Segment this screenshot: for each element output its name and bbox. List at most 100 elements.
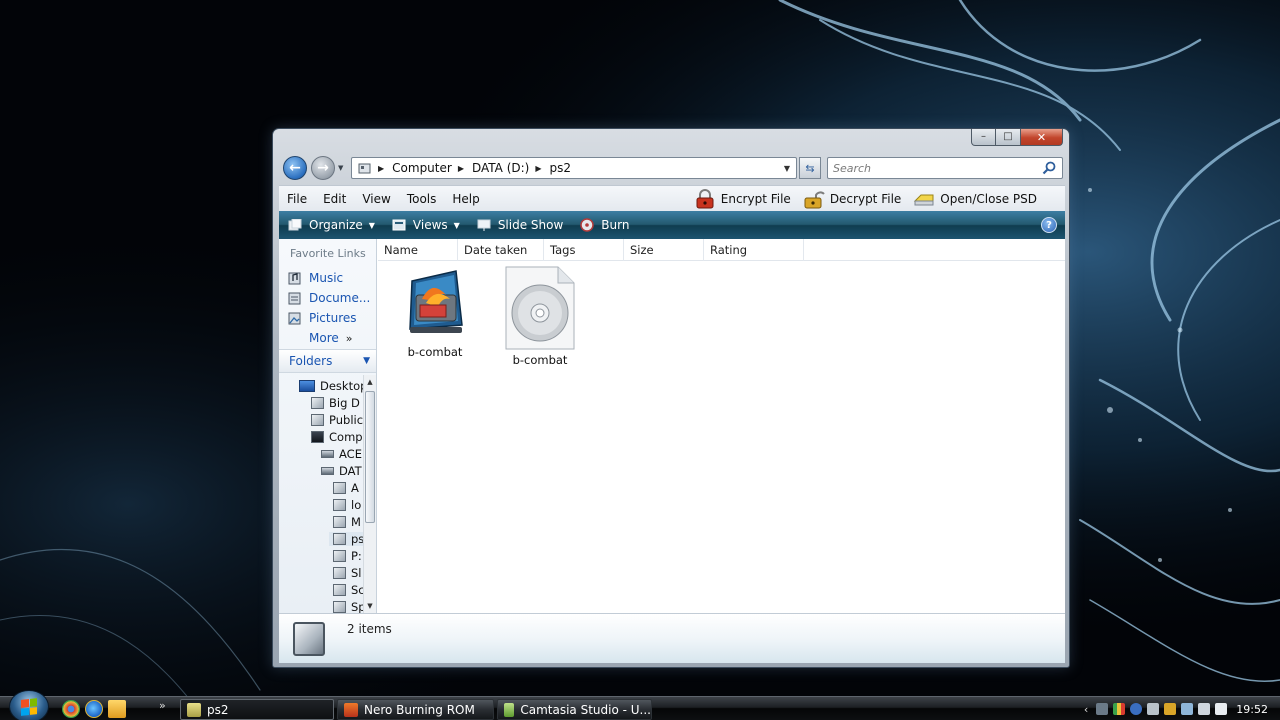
favorite-links-more[interactable]: More » <box>309 331 352 345</box>
explorer-window: – □ ✕ ← → ▼ ▶ Computer ▶ DATA (D:) ▶ ps2… <box>272 128 1070 668</box>
quick-launch <box>62 700 131 718</box>
tree-item-computer[interactable]: Comp <box>311 430 363 444</box>
disc-drive-icon <box>914 194 934 205</box>
scrollbar-thumb[interactable] <box>365 391 375 523</box>
start-button[interactable] <box>9 690 49 720</box>
tree-item-folder[interactable]: Sl <box>333 566 362 580</box>
taskbar-button-nero[interactable]: Nero Burning ROM <box>337 699 494 720</box>
tree-item-label: Big D <box>329 396 360 410</box>
burn-disc-icon <box>579 218 595 232</box>
tree-item-folder[interactable]: P: <box>333 549 362 563</box>
breadcrumb-ps2[interactable]: ps2 <box>548 161 574 175</box>
tree-item-folder[interactable]: A <box>333 481 359 495</box>
tree-item-ps2-selected[interactable]: ps <box>329 532 363 546</box>
taskbar: » ps2 Nero Burning ROM Camtasia Studio -… <box>0 690 1280 720</box>
breadcrumb-data-drive[interactable]: DATA (D:) <box>470 161 531 175</box>
address-dropdown-icon[interactable]: ▼ <box>784 164 796 173</box>
file-list: Name Date taken Tags Size Rating b-comba… <box>378 239 1065 613</box>
favorite-link-music[interactable]: Music <box>287 271 343 285</box>
slide-show-button[interactable]: Slide Show <box>468 218 571 232</box>
search-input[interactable] <box>833 161 1033 175</box>
encrypt-file-button[interactable]: Encrypt File <box>694 188 791 209</box>
favorite-link-pictures[interactable]: Pictures <box>287 311 357 325</box>
disc-image-icon <box>505 266 575 350</box>
show-hidden-icons-icon[interactable]: ‹ <box>1084 703 1088 716</box>
help-button[interactable]: ? <box>1041 217 1057 233</box>
security-icon[interactable] <box>1164 703 1177 715</box>
refresh-button[interactable]: ⇆ <box>799 157 821 179</box>
bluetooth-icon[interactable] <box>1147 703 1160 715</box>
file-name: b-combat <box>407 345 463 359</box>
tree-item-folder[interactable]: M <box>333 515 361 529</box>
column-header-date-taken[interactable]: Date taken <box>458 239 544 261</box>
breadcrumb-computer[interactable]: Computer <box>390 161 454 175</box>
favorite-link-documents[interactable]: Docume... <box>287 291 370 305</box>
clock[interactable]: 19:52 <box>1236 703 1268 716</box>
tree-item-folder[interactable]: lo <box>333 498 361 512</box>
network-icon[interactable] <box>1096 703 1109 715</box>
extension-toolbar: Encrypt File Decrypt File Open/Close PSD <box>682 188 1065 209</box>
app-shortcut-icon[interactable] <box>108 700 126 718</box>
taskbar-button-label: ps2 <box>207 702 229 717</box>
scroll-down-icon[interactable]: ▼ <box>364 600 376 612</box>
maximize-button[interactable]: □ <box>996 129 1021 146</box>
folders-toggle[interactable]: Folders ▼ <box>279 349 376 373</box>
messenger-icon[interactable] <box>1130 703 1143 715</box>
minimize-button[interactable]: – <box>971 129 996 146</box>
folder-tree-scrollbar[interactable]: ▲ ▼ <box>363 375 376 613</box>
search-icon[interactable] <box>1042 161 1056 175</box>
item-count: 2 items <box>347 622 392 636</box>
back-button[interactable]: ← <box>283 156 307 180</box>
tray-app-icon[interactable] <box>1113 703 1126 715</box>
menu-view[interactable]: View <box>354 192 398 206</box>
file-item[interactable]: b-combat <box>495 265 585 367</box>
tree-item-folder[interactable]: Sc <box>333 583 363 597</box>
breadcrumb-arrow-icon: ▶ <box>457 163 464 173</box>
chrome-icon[interactable] <box>62 700 80 718</box>
decrypt-file-button[interactable]: Decrypt File <box>803 189 901 209</box>
unlocked-padlock-icon <box>804 190 825 208</box>
tree-item-label: P: <box>351 549 362 563</box>
file-item[interactable]: b-combat <box>390 265 480 359</box>
menu-help[interactable]: Help <box>444 192 487 206</box>
menu-file[interactable]: File <box>279 192 315 206</box>
music-folder-icon <box>287 271 301 285</box>
power-icon[interactable] <box>1198 703 1211 715</box>
address-bar[interactable]: ▶ Computer ▶ DATA (D:) ▶ ps2 ▼ <box>351 157 797 179</box>
scroll-up-icon[interactable]: ▲ <box>364 376 376 388</box>
burn-label: Burn <box>601 218 630 232</box>
volume-icon[interactable] <box>1215 703 1228 715</box>
menu-tools[interactable]: Tools <box>399 192 445 206</box>
column-header-rating[interactable]: Rating <box>704 239 804 261</box>
tree-item-folder[interactable]: Sp <box>333 600 363 613</box>
double-chevron-right-icon: » <box>345 331 353 345</box>
tree-item-big-d[interactable]: Big D <box>311 396 360 410</box>
taskbar-button-camtasia[interactable]: Camtasia Studio - U... <box>497 699 652 720</box>
display-icon[interactable] <box>1181 703 1194 715</box>
computer-icon <box>311 431 324 443</box>
menu-edit[interactable]: Edit <box>315 192 354 206</box>
column-header-size[interactable]: Size <box>624 239 704 261</box>
tree-item-ace-drive[interactable]: ACE <box>321 447 362 461</box>
tree-item-data-drive[interactable]: DAT <box>321 464 362 478</box>
organize-button[interactable]: Organize ▼ <box>279 218 383 232</box>
close-button[interactable]: ✕ <box>1021 129 1063 146</box>
breadcrumb-arrow-icon: ▶ <box>535 163 542 173</box>
burn-button[interactable]: Burn <box>571 218 637 232</box>
folder-icon <box>333 601 346 613</box>
folder-icon <box>333 516 346 528</box>
column-header-tags[interactable]: Tags <box>544 239 624 261</box>
open-close-psd-button[interactable]: Open/Close PSD <box>913 189 1037 209</box>
tree-item-public[interactable]: Public <box>311 413 363 427</box>
recent-pages-dropdown[interactable]: ▼ <box>338 164 343 172</box>
pictures-folder-icon <box>287 311 301 325</box>
forward-button[interactable]: → <box>311 156 335 180</box>
quick-launch-overflow-icon[interactable]: » <box>159 699 166 712</box>
taskbar-button-ps2[interactable]: ps2 <box>180 699 334 720</box>
internet-explorer-icon[interactable] <box>85 700 103 718</box>
views-button[interactable]: Views ▼ <box>383 218 468 232</box>
tree-item-label: M <box>351 515 361 529</box>
column-header-name[interactable]: Name <box>378 239 458 261</box>
search-box[interactable] <box>827 157 1063 179</box>
tree-item-desktop[interactable]: Desktop <box>299 379 363 393</box>
